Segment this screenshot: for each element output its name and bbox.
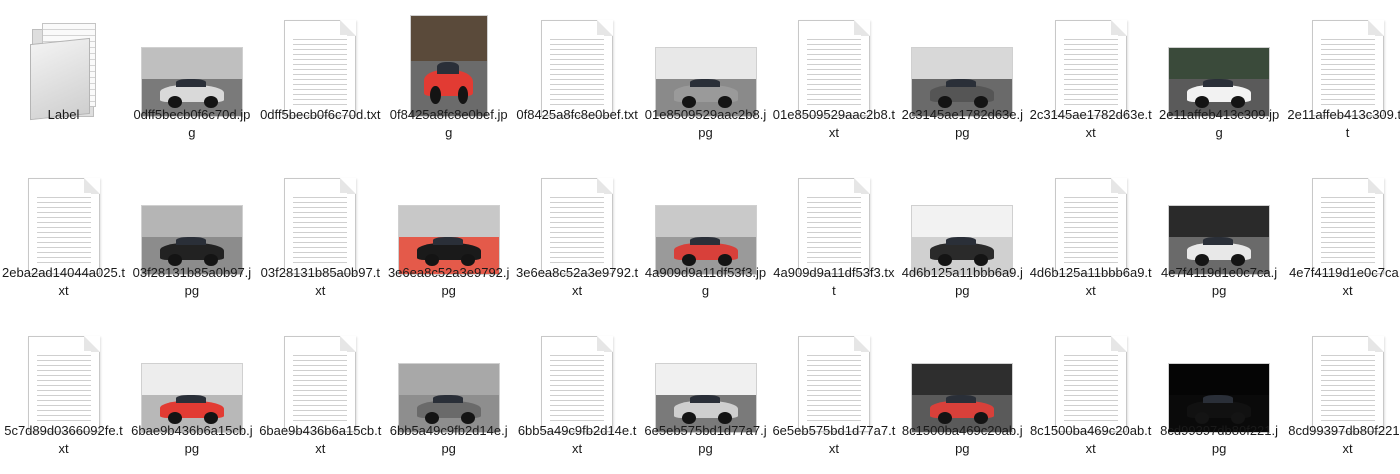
text-document-icon: [257, 334, 384, 434]
text-file-item[interactable]: 6bae9b436b6a15cb.txt: [257, 316, 384, 474]
text-document-icon: [1284, 18, 1400, 118]
text-document-icon: [0, 334, 127, 434]
text-file-item[interactable]: 03f28131b85a0b97.txt: [257, 158, 384, 316]
text-file-item[interactable]: 6e5eb575bd1d77a7.txt: [770, 316, 897, 474]
file-name-label: 6bae9b436b6a15cb.jpg: [131, 423, 253, 456]
folder-icon: [0, 18, 127, 121]
file-name-label: 2c3145ae1782d63e.txt: [1029, 107, 1152, 140]
text-document-icon: [1284, 176, 1400, 276]
file-name-label: 0dff5becb0f6c70d.jpg: [133, 107, 251, 140]
image-file-item[interactable]: 01e8509529aac2b8.jpg: [642, 0, 769, 158]
text-file-item[interactable]: 0f8425a8fc8e0bef.txt: [514, 0, 641, 158]
image-thumbnail: [385, 15, 512, 117]
file-name-label: 03f28131b85a0b97.txt: [260, 265, 380, 298]
image-file-item[interactable]: 8c1500ba469c20ab.jpg: [899, 316, 1026, 474]
file-name-label: 8c1500ba469c20ab.jpg: [901, 423, 1023, 456]
text-document-icon: [770, 18, 897, 118]
text-file-item[interactable]: 0dff5becb0f6c70d.txt: [257, 0, 384, 158]
file-name-label: 0f8425a8fc8e0bef.txt: [516, 107, 638, 122]
text-document-icon: [770, 334, 897, 434]
image-file-item[interactable]: 4d6b125a11bbb6a9.jpg: [899, 158, 1026, 316]
image-file-item[interactable]: 6bb5a49c9fb2d14e.jpg: [385, 316, 512, 474]
text-document-icon: [257, 176, 384, 276]
text-file-item[interactable]: 4e7f4119d1e0c7ca.txt: [1284, 158, 1400, 316]
image-file-item[interactable]: 03f28131b85a0b97.jpg: [128, 158, 255, 316]
file-name-label: 4e7f4119d1e0c7ca.jpg: [1161, 265, 1278, 298]
image-file-item[interactable]: 0f8425a8fc8e0bef.jpg: [385, 0, 512, 158]
file-name-label: 3e6ea8c52a3e9792.txt: [516, 265, 639, 298]
file-name-label: 03f28131b85a0b97.jpg: [132, 265, 252, 298]
file-name-label: 2e11affeb413c309.jpg: [1158, 107, 1280, 140]
file-row-2: 2eba2ad14044a025.txt 03f28131b85a0b97.jpg…: [0, 158, 1400, 316]
image-file-item[interactable]: 4e7f4119d1e0c7ca.jpg: [1156, 158, 1283, 316]
text-file-item[interactable]: 3e6ea8c52a3e9792.txt: [514, 158, 641, 316]
folder-item[interactable]: Label: [0, 0, 127, 158]
file-name-label: 2eba2ad14044a025.txt: [2, 265, 125, 298]
image-file-item[interactable]: 3e6ea8c52a3e9792.jpg: [385, 158, 512, 316]
text-file-item[interactable]: 5c7d89d0366092fe.txt: [0, 316, 127, 474]
text-document-icon: [514, 18, 641, 118]
file-name-label: 8c1500ba469c20ab.txt: [1029, 423, 1152, 456]
text-document-icon: [1027, 176, 1154, 276]
image-file-item[interactable]: 6e5eb575bd1d77a7.jpg: [642, 316, 769, 474]
file-name-label: 5c7d89d0366092fe.txt: [4, 423, 123, 456]
file-name-label: 8cd99397db80f221.jpg: [1160, 423, 1279, 456]
file-name-label: 01e8509529aac2b8.jpg: [644, 107, 767, 140]
text-document-icon: [257, 18, 384, 118]
text-file-item[interactable]: 6bb5a49c9fb2d14e.txt: [514, 316, 641, 474]
image-file-item[interactable]: 2c3145ae1782d63e.jpg: [899, 0, 1026, 158]
file-name-label: 8cd99397db80f221.txt: [1288, 423, 1400, 456]
file-name-label: 6bae9b436b6a15cb.txt: [259, 423, 382, 456]
file-name-label: 6bb5a49c9fb2d14e.txt: [517, 423, 637, 456]
text-file-item[interactable]: 01e8509529aac2b8.txt: [770, 0, 897, 158]
file-name-label: Label: [47, 107, 80, 122]
text-file-item[interactable]: 4d6b125a11bbb6a9.txt: [1027, 158, 1154, 316]
text-file-item[interactable]: 2eba2ad14044a025.txt: [0, 158, 127, 316]
file-row-1: Label 0dff5becb0f6c70d.jpg 0dff5becb0f6c70…: [0, 0, 1400, 158]
file-name-label: 01e8509529aac2b8.txt: [772, 107, 895, 140]
text-document-icon: [1027, 334, 1154, 434]
image-file-item[interactable]: 4a909d9a11df53f3.jpg: [642, 158, 769, 316]
file-name-label: 2c3145ae1782d63e.jpg: [901, 107, 1024, 140]
text-document-icon: [0, 176, 127, 276]
image-file-item[interactable]: 8cd99397db80f221.jpg: [1156, 316, 1283, 474]
text-file-item[interactable]: 4a909d9a11df53f3.txt: [770, 158, 897, 316]
text-file-item[interactable]: 8cd99397db80f221.txt: [1284, 316, 1400, 474]
file-name-label: 4e7f4119d1e0c7ca.txt: [1289, 265, 1400, 298]
image-file-item[interactable]: 6bae9b436b6a15cb.jpg: [128, 316, 255, 474]
file-name-label: 0dff5becb0f6c70d.txt: [260, 107, 381, 122]
text-file-item[interactable]: 2e11affeb413c309.txt: [1284, 0, 1400, 158]
file-name-label: 6e5eb575bd1d77a7.jpg: [644, 423, 767, 456]
file-name-label: 0f8425a8fc8e0bef.jpg: [389, 107, 508, 140]
text-document-icon: [514, 176, 641, 276]
text-file-item[interactable]: 8c1500ba469c20ab.txt: [1027, 316, 1154, 474]
file-name-label: 6e5eb575bd1d77a7.txt: [772, 423, 896, 456]
text-document-icon: [770, 176, 897, 276]
file-name-label: 3e6ea8c52a3e9792.jpg: [387, 265, 510, 298]
text-file-item[interactable]: 2c3145ae1782d63e.txt: [1027, 0, 1154, 158]
image-file-item[interactable]: 2e11affeb413c309.jpg: [1156, 0, 1283, 158]
text-document-icon: [514, 334, 641, 434]
file-row-3: 5c7d89d0366092fe.txt 6bae9b436b6a15cb.jpg…: [0, 316, 1400, 474]
image-file-item[interactable]: 0dff5becb0f6c70d.jpg: [128, 0, 255, 158]
file-grid: Label 0dff5becb0f6c70d.jpg 0dff5becb0f6c70…: [0, 0, 1400, 473]
text-document-icon: [1027, 18, 1154, 118]
file-name-label: 4d6b125a11bbb6a9.jpg: [901, 265, 1023, 298]
file-name-label: 2e11affeb413c309.txt: [1287, 107, 1400, 140]
file-name-label: 4a909d9a11df53f3.jpg: [644, 265, 767, 298]
file-name-label: 4d6b125a11bbb6a9.txt: [1029, 265, 1152, 298]
text-document-icon: [1284, 334, 1400, 434]
file-name-label: 6bb5a49c9fb2d14e.jpg: [389, 423, 508, 456]
file-name-label: 4a909d9a11df53f3.txt: [773, 265, 895, 298]
